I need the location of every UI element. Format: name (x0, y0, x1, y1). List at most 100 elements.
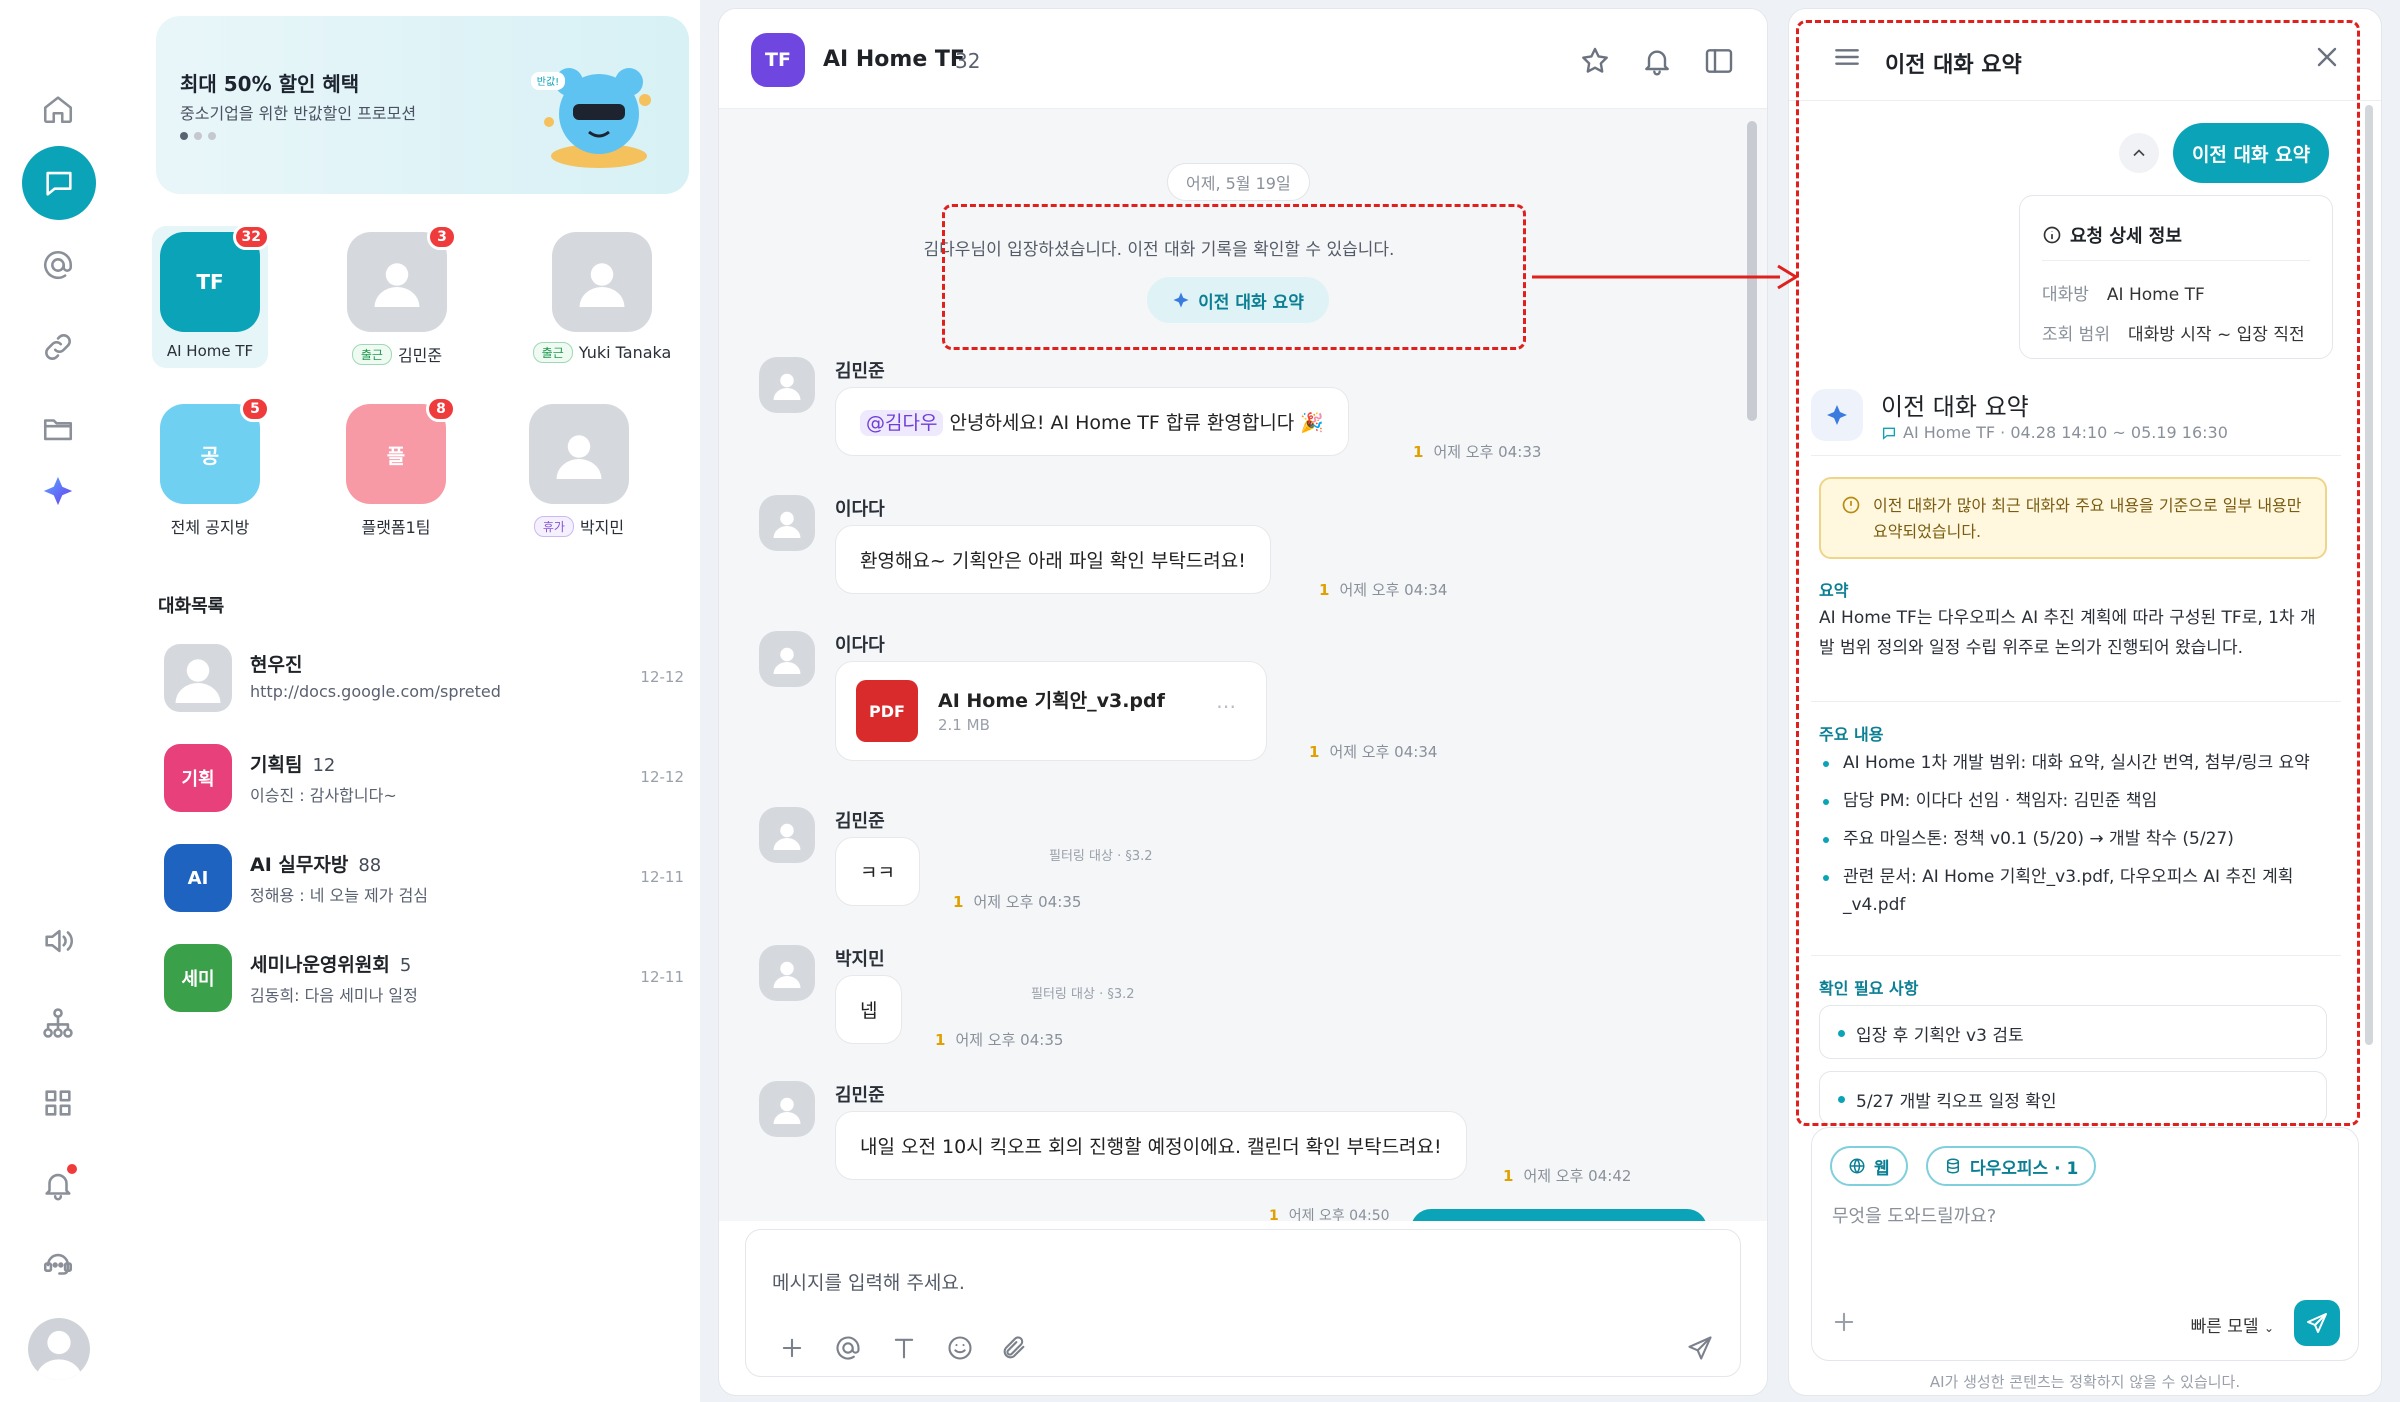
key-point: 관련 문서: AI Home 기획안_v3.pdf, 다우오피스 AI 추진 계… (1819, 863, 2329, 919)
daouoffice-source-chip[interactable]: 다우오피스 · 1 (1926, 1146, 2097, 1186)
chat-header: TF AI Home TF 32 (719, 9, 1767, 109)
check-item[interactable]: 입장 후 기획안 v3 검토 (1819, 1005, 2327, 1059)
bell-icon[interactable] (29, 1156, 87, 1214)
room-tile-ai-home[interactable]: TF 32 AI Home TF (159, 224, 270, 360)
message-meta: 1 어제 오후 04:35 (935, 1029, 1063, 1050)
conversation-item[interactable]: 세미 세미나운영위원회 5 김동희: 다음 세미나 일정 12-11 (164, 944, 684, 1016)
more-options-icon[interactable]: ⋯ (1216, 694, 1236, 718)
own-message-bubble[interactable] (1411, 1209, 1707, 1221)
room-name: 박지민 (579, 518, 625, 537)
room-tile-parkjimin[interactable]: 휴가 박지민 (528, 404, 630, 538)
message-bubble[interactable]: 환영해요~ 기획안은 아래 파일 확인 부탁드려요! (835, 525, 1271, 594)
text-format-icon[interactable] (890, 1334, 920, 1364)
conversation-item[interactable]: 현우진 http://docs.google.com/spreted 12-12 (164, 644, 684, 716)
home-icon[interactable] (29, 80, 87, 138)
conversation-snippet: 정해용 : 네 오늘 제가 검심 (250, 886, 429, 905)
message-bubble[interactable]: 내일 오전 10시 킥오프 회의 진행할 예정이에요. 캘린더 확인 부탁드려요… (835, 1111, 1467, 1180)
message-meta: 1 어제 오후 04:34 (1319, 579, 1447, 600)
attach-icon[interactable] (1000, 1334, 1030, 1364)
sender-name: 김민준 (835, 1085, 885, 1106)
panel-scrollbar[interactable] (2365, 105, 2373, 1045)
ai-composer[interactable]: 웹 다우오피스 · 1 무엇을 도와드릴까요? 빠른 모델 ⌄ (1811, 1127, 2359, 1361)
summary-button[interactable]: 이전 대화 요약 (1147, 277, 1329, 323)
folder-icon[interactable] (29, 400, 87, 458)
ai-sparkle-icon[interactable] (29, 462, 87, 520)
plus-icon[interactable] (778, 1334, 808, 1364)
mention-icon[interactable] (834, 1334, 864, 1364)
bell-icon[interactable] (1641, 45, 1673, 77)
summary-text: AI Home TF는 다우오피스 AI 추진 계획에 따라 구성된 TF로, … (1819, 608, 2316, 658)
star-icon[interactable] (1579, 45, 1611, 77)
conversation-avatar: 기획 (164, 744, 232, 812)
side-panel-icon[interactable] (1703, 45, 1735, 77)
send-icon[interactable] (1686, 1334, 1716, 1364)
composer-placeholder: 무엇을 도와드릴까요? (1832, 1206, 1997, 1227)
message-meta: 1 어제 오후 04:34 (1309, 741, 1437, 762)
menu-icon[interactable] (1831, 41, 1863, 73)
plus-icon[interactable] (1830, 1308, 1860, 1338)
request-room-row: 대화방 AI Home TF (2042, 285, 2205, 305)
panel-header: 이전 대화 요약 (1789, 9, 2381, 101)
conversation-item[interactable]: AI AI 실무자방 88 정해용 : 네 오늘 제가 검심 12-11 (164, 844, 684, 916)
room-tile-notice[interactable]: 공5 전체 공지방 (159, 396, 270, 538)
mascot-badge: 반값! (537, 76, 559, 88)
check-item[interactable]: 5/27 개발 킥오프 일정 확인 (1819, 1071, 2327, 1125)
conversation-avatar: 세미 (164, 944, 232, 1012)
summary-request-bubble[interactable]: 이전 대화 요약 (2173, 123, 2329, 183)
check-items-label: 확인 필요 사항 (1819, 979, 1919, 998)
file-size: 2.1 MB (938, 716, 990, 734)
message-bubble[interactable]: 넵 (835, 975, 903, 1044)
room-tile-kimminjun[interactable]: 3 출근 김민준 (346, 224, 457, 366)
link-icon[interactable] (29, 318, 87, 376)
conversation-item[interactable]: 기획 기획팀 12 이승진 : 감사합니다~ 12-12 (164, 744, 684, 816)
unread-count: 1 (1319, 581, 1330, 599)
filter-label: 필터링 대상 · §3.2 (1031, 987, 1135, 1002)
room-name: Yuki Tanaka (578, 343, 672, 362)
speaker-icon[interactable] (29, 912, 87, 970)
chevron-up-icon[interactable] (2119, 133, 2159, 173)
message-time: 어제 오후 04:34 (1339, 581, 1448, 599)
model-selector[interactable]: 빠른 모델 ⌄ (2191, 1312, 2274, 1337)
chevron-down-icon: ⌄ (2263, 1321, 2274, 1335)
unread-count: 1 (935, 1031, 946, 1049)
conversation-date: 12-12 (640, 668, 684, 686)
room-tile-platform[interactable]: 플8 플랫폼1팀 (345, 396, 456, 538)
user-avatar[interactable] (28, 1318, 90, 1380)
room-tile-yuki[interactable]: 출근 Yuki Tanaka (532, 232, 672, 363)
system-message: 김다우님이 입장하셨습니다. 이전 대화 기록을 확인할 수 있습니다. (923, 240, 1395, 260)
send-button[interactable] (2294, 1300, 2340, 1346)
support-bot-icon[interactable] (29, 1236, 87, 1294)
sender-name: 김민준 (835, 811, 885, 832)
file-attachment[interactable]: PDF AI Home 기획안_v3.pdf 2.1 MB ⋯ (835, 661, 1267, 761)
carousel-dots[interactable] (180, 132, 216, 140)
emoji-icon[interactable] (946, 1334, 976, 1364)
message-input-placeholder: 메시지를 입력해 주세요. (772, 1272, 965, 1294)
message-meta: 1 어제 오후 04:35 (953, 891, 1081, 912)
message-bubble[interactable]: @김다우 안녕하세요! AI Home TF 합류 환영합니다 🎉 (835, 387, 1349, 456)
chat-icon[interactable] (22, 146, 96, 220)
mention-chip[interactable]: @김다우 (860, 410, 944, 436)
person-avatar (759, 631, 815, 687)
mention-icon[interactable] (29, 236, 87, 294)
conversation-avatar: AI (164, 844, 232, 912)
conversation-title: 세미나운영위원회 (250, 954, 390, 976)
partial-message-time: 1 어제 오후 04:50 (1269, 1208, 1390, 1221)
message-input[interactable]: 메시지를 입력해 주세요. (745, 1229, 1741, 1377)
apps-grid-icon[interactable] (29, 1074, 87, 1132)
org-chart-icon[interactable] (29, 994, 87, 1052)
conversation-title: AI 실무자방 (250, 854, 349, 876)
message-time: 어제 오후 04:35 (955, 1031, 1064, 1049)
key-points-label: 주요 내용 (1819, 725, 1884, 744)
summary-panel: 이전 대화 요약 이전 대화 요약 요청 상세 정보 대화방 AI Home TF… (1788, 8, 2382, 1396)
promo-banner[interactable]: 최대 50% 할인 혜택 중소기업을 위한 반값할인 프로모션 반값! (156, 16, 689, 194)
summary-source: AI Home TF · 04.28 14:10 ~ 05.19 16:30 (1881, 423, 2228, 442)
message-bubble[interactable]: ㅋㅋ (835, 837, 920, 906)
member-count: 32 (955, 49, 981, 73)
web-source-chip[interactable]: 웹 (1830, 1146, 1908, 1186)
icon-rail (0, 0, 118, 1402)
close-icon[interactable] (2311, 41, 2343, 73)
conversation-snippet: 이승진 : 감사합니다~ (250, 786, 397, 805)
person-avatar (164, 644, 232, 712)
room-avatar: TF (196, 270, 224, 294)
person-avatar (759, 495, 815, 551)
